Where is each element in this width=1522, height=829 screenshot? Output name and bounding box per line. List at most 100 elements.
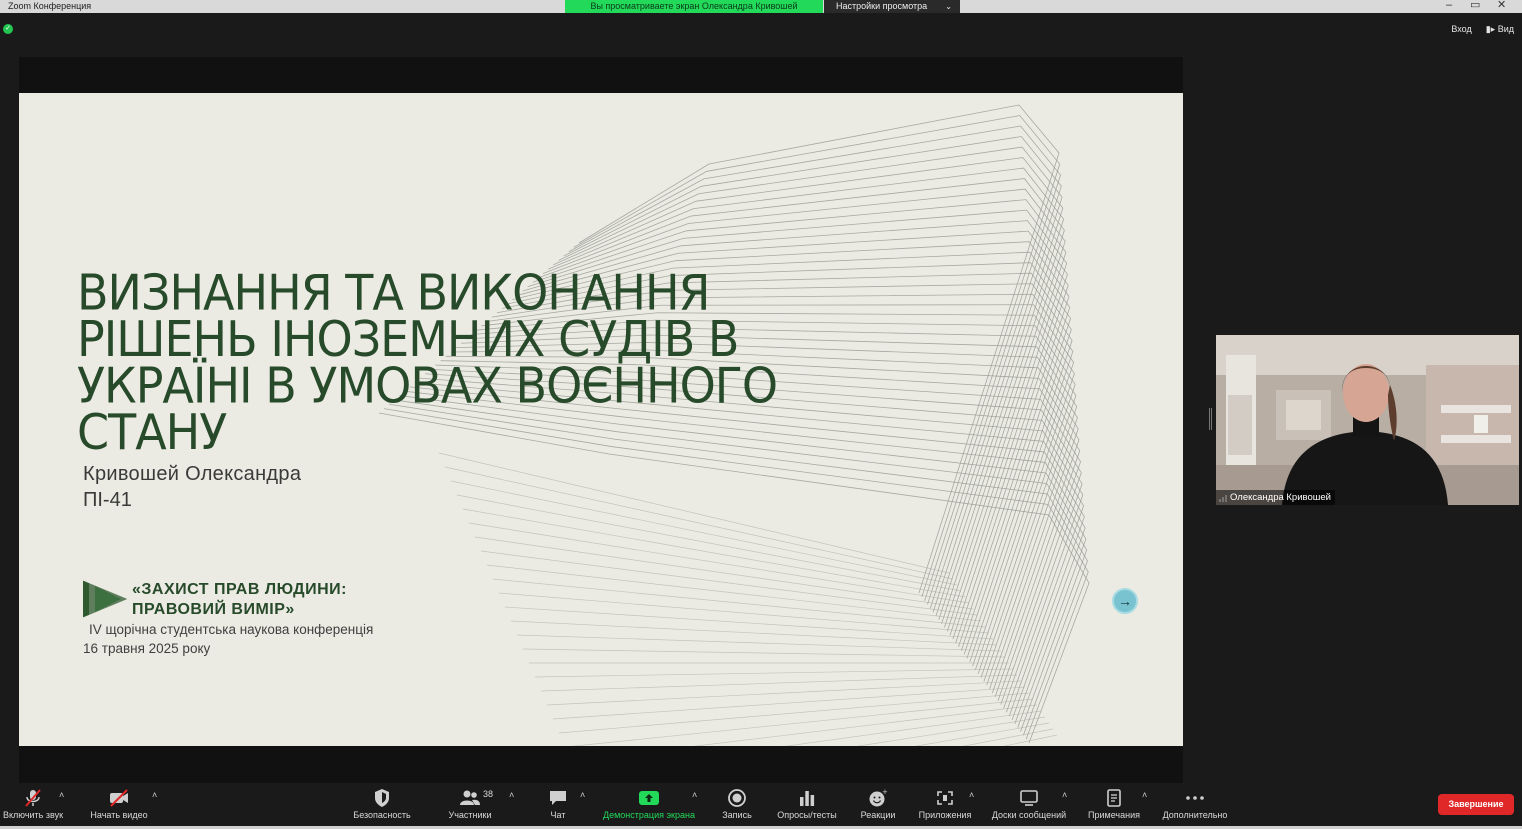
start-video-button[interactable]: Начать видео ˄ <box>86 784 157 829</box>
apps-label: Приложения <box>918 810 972 820</box>
unmute-label: Включить звук <box>2 810 64 820</box>
decorative-line <box>438 452 950 574</box>
decorative-line <box>456 494 962 592</box>
more-label: Дополнительно <box>1162 810 1228 820</box>
next-slide-button[interactable]: → <box>1112 588 1138 614</box>
share-screen-label: Демонстрация экрана <box>603 810 695 820</box>
notes-label: Примечания <box>1088 810 1140 820</box>
participants-button[interactable]: 38 Участники ˄ <box>440 784 515 829</box>
share-screen-button[interactable]: Демонстрация экрана ˄ <box>597 784 701 829</box>
participant-name: Олександра Кривошей <box>1216 490 1335 505</box>
apps-button[interactable]: Приложения ˄ <box>912 784 978 829</box>
close-icon[interactable]: ✕ <box>1497 0 1506 12</box>
chevron-up-icon[interactable]: ˄ <box>1062 790 1067 800</box>
video-off-icon <box>110 789 128 807</box>
decorative-line <box>692 704 1038 746</box>
chevron-up-icon[interactable]: ˄ <box>59 790 64 800</box>
presentation-slide: ВИЗНАННЯ ТА ВИКОНАННЯ РІШЕНЬ ІНОЗЕМНИХ С… <box>19 93 1183 746</box>
decorative-line <box>914 722 1050 746</box>
more-button[interactable]: Дополнительно <box>1156 784 1234 829</box>
security-button[interactable]: Безопасность <box>346 784 418 829</box>
slide-title: ВИЗНАННЯ ТА ВИКОНАННЯ РІШЕНЬ ІНОЗЕМНИХ С… <box>77 263 825 457</box>
decorative-line <box>962 728 1054 746</box>
end-meeting-button[interactable]: Завершение <box>1438 794 1514 815</box>
reactions-label: Реакции <box>860 810 896 820</box>
student-group: ПІ-41 <box>83 489 132 511</box>
reactions-icon: + <box>869 788 888 807</box>
decorative-line <box>571 698 1034 746</box>
participants-label: Участники <box>448 810 492 820</box>
microphone-muted-icon <box>25 789 41 807</box>
share-screen-icon <box>639 791 659 805</box>
conference-name-line: «ЗАХИСТ ПРАВ ЛЮДИНИ: <box>132 581 347 598</box>
chevron-up-icon[interactable]: ˄ <box>969 790 974 800</box>
author-name: Кривошей Олександра <box>83 463 302 485</box>
svg-text:+: + <box>882 788 888 796</box>
panel-resize-handle[interactable] <box>1209 408 1212 430</box>
chat-button[interactable]: Чат ˄ <box>538 784 585 829</box>
participant-count: 38 <box>483 789 494 799</box>
view-settings-label: Настройки просмотра <box>836 1 928 11</box>
participant-video-frame <box>1216 335 1519 505</box>
decorative-line <box>480 550 978 616</box>
conference-name-line: ПРАВОВИЙ ВИМІР» <box>132 601 295 618</box>
decorative-line <box>504 606 994 640</box>
conference-logo-icon <box>82 579 131 619</box>
chat-icon <box>550 791 566 805</box>
reactions-button[interactable]: + Реакции <box>856 784 900 829</box>
decorative-line <box>462 508 966 598</box>
share-banner: Вы просматриваете экран Олександра Криво… <box>565 0 823 13</box>
chevron-up-icon[interactable]: ˄ <box>509 790 514 800</box>
meeting-toolbar: Включить звук ˄ Начать видео ˄ Безопасно… <box>0 784 1522 829</box>
participants-icon <box>460 790 480 805</box>
window-title: Zoom Конференция <box>8 1 92 11</box>
conference-subtitle: IV щорічна студентська наукова конференц… <box>89 622 374 637</box>
shield-icon <box>375 789 389 807</box>
decorative-line <box>492 578 986 628</box>
start-video-label: Начать видео <box>90 810 148 820</box>
conference-name: «ЗАХИСТ ПРАВ ЛЮДИНИ: ПРАВОВИЙ ВИМІР» <box>132 580 347 620</box>
decorative-line <box>444 466 954 580</box>
whiteboards-label: Доски сообщений <box>991 810 1067 820</box>
record-button[interactable]: Запись <box>716 784 758 829</box>
slide-title-line: УКРАЇНІ В УМОВАХ ВОЄННОГО <box>77 356 778 415</box>
record-icon <box>728 789 746 807</box>
chevron-up-icon[interactable]: ˄ <box>692 790 697 800</box>
encryption-shield-icon[interactable]: ✓ <box>3 24 13 34</box>
header-controls: Вход ▮▸ Вид <box>1451 24 1514 35</box>
security-label: Безопасность <box>353 810 411 820</box>
view-settings-button[interactable]: Настройки просмотра ⌄ <box>824 0 960 13</box>
slide-title-line: РІШЕНЬ ІНОЗЕМНИХ СУДІВ В <box>77 310 739 368</box>
chat-label: Чат <box>550 810 566 820</box>
decorative-line <box>546 680 1022 706</box>
decorative-line <box>540 674 1018 692</box>
chevron-up-icon[interactable]: ˄ <box>580 790 585 800</box>
chevron-up-icon[interactable]: ˄ <box>152 790 157 800</box>
record-label: Запись <box>722 810 752 820</box>
view-button-label: Вид <box>1497 24 1514 34</box>
conference-date: 16 травня 2025 року <box>83 641 211 656</box>
view-button[interactable]: ▮▸ Вид <box>1486 24 1514 35</box>
polls-button[interactable]: Опросы/тесты <box>771 784 843 829</box>
slide-title-line: ВИЗНАННЯ ТА ВИКОНАННЯ <box>77 263 711 321</box>
decorative-line <box>516 634 1002 652</box>
decorative-line <box>510 620 998 646</box>
enter-button[interactable]: Вход <box>1451 24 1471 35</box>
more-icon <box>1186 796 1204 800</box>
zoom-window: Zoom Конференция Вы просматриваете экран… <box>0 0 1522 829</box>
unmute-button[interactable]: Включить звук ˄ <box>0 784 66 829</box>
decorative-line <box>534 668 1014 678</box>
decorative-line <box>498 592 990 634</box>
whiteboard-icon <box>1020 790 1038 806</box>
grid-view-icon: ▮▸ <box>1485 24 1498 34</box>
title-bar: Zoom Конференция Вы просматриваете экран… <box>0 0 1522 13</box>
whiteboards-button[interactable]: Доски сообщений ˄ <box>985 784 1073 829</box>
polls-label: Опросы/тесты <box>777 810 837 820</box>
chevron-up-icon[interactable]: ˄ <box>1142 790 1147 800</box>
participant-video-tile[interactable]: Олександра Кривошей <box>1216 335 1519 505</box>
notes-button[interactable]: Примечания ˄ <box>1084 784 1147 829</box>
apps-icon <box>937 791 953 805</box>
decorative-line <box>558 692 1030 734</box>
maximize-icon[interactable]: ▭ <box>1470 0 1480 12</box>
minimize-icon[interactable]: – <box>1446 0 1452 12</box>
